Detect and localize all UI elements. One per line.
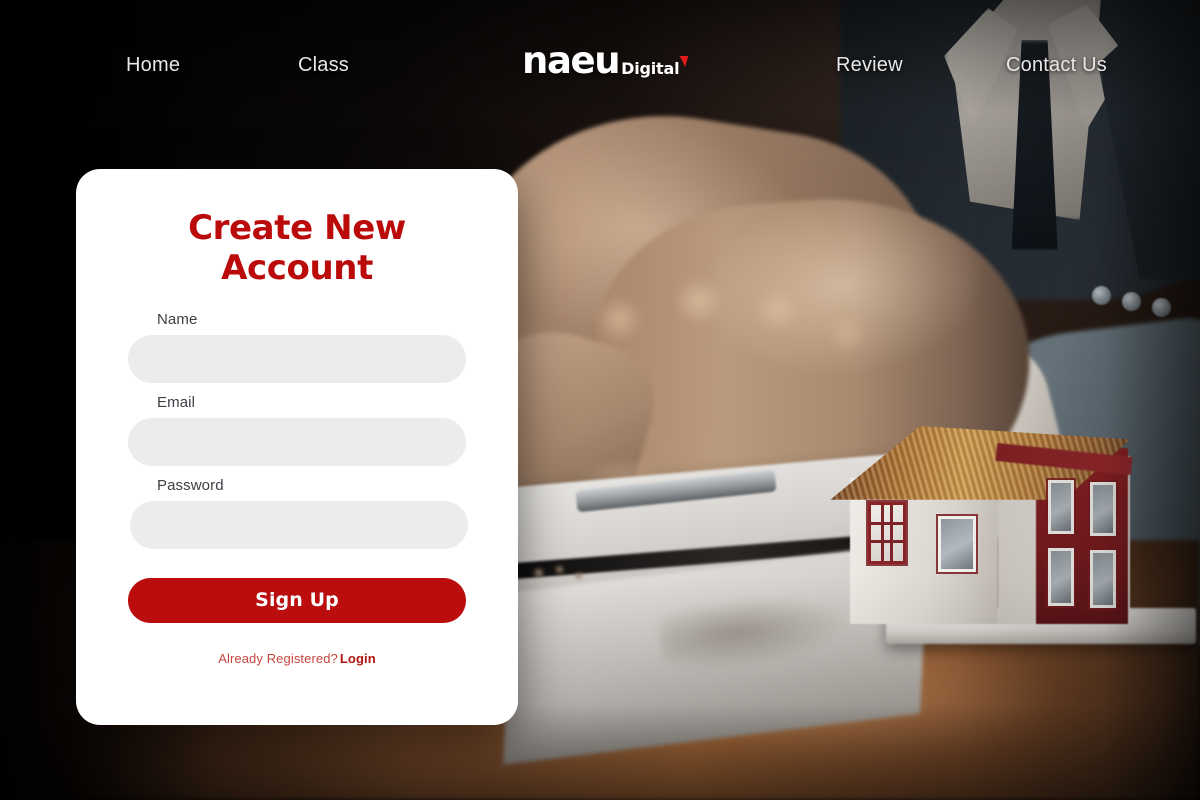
password-field-group: Password <box>128 476 468 549</box>
name-input[interactable] <box>128 334 466 383</box>
signup-page: Home Class naeu Digital Review Contact U… <box>0 0 1200 800</box>
logo-accent-icon <box>679 56 689 67</box>
house-window <box>1046 546 1076 608</box>
house-window <box>1088 548 1118 610</box>
name-field-group: Name <box>128 311 466 383</box>
brand-logo[interactable]: naeu Digital <box>522 39 689 82</box>
logo-subtext: Digital <box>621 56 689 79</box>
email-label: Email <box>157 393 196 411</box>
house-window <box>1088 480 1118 538</box>
nav-item-contact-us[interactable]: Contact Us <box>1006 54 1107 77</box>
logo-wordmark: naeu <box>522 39 621 82</box>
email-field-group: Email <box>128 394 466 466</box>
main-navigation: Home Class naeu Digital Review Contact U… <box>0 0 1200 132</box>
login-link[interactable]: Login <box>340 651 376 666</box>
login-prompt-row: Already Registered? Login <box>76 651 518 666</box>
nav-item-home[interactable]: Home <box>126 54 180 77</box>
sign-up-button[interactable]: Sign Up <box>128 577 466 623</box>
password-label: Password <box>157 476 224 494</box>
nav-item-review[interactable]: Review <box>836 54 903 77</box>
name-label: Name <box>157 310 198 328</box>
sleeve-button <box>1152 298 1171 317</box>
nav-item-class[interactable]: Class <box>298 54 349 77</box>
model-house <box>790 426 1196 680</box>
page-title: Create New Account <box>188 208 406 288</box>
sleeve-button <box>1092 286 1111 305</box>
house-window <box>866 500 908 566</box>
signup-form: Name Email Password Sign Up <box>76 311 518 623</box>
house-window <box>1046 478 1076 536</box>
house-window <box>936 514 978 574</box>
sleeve-button <box>1122 292 1141 311</box>
password-input[interactable] <box>130 500 468 549</box>
signup-card: Create New Account Name Email Password S… <box>76 169 518 725</box>
email-input[interactable] <box>128 417 466 466</box>
login-prompt-text: Already Registered? <box>218 650 338 666</box>
